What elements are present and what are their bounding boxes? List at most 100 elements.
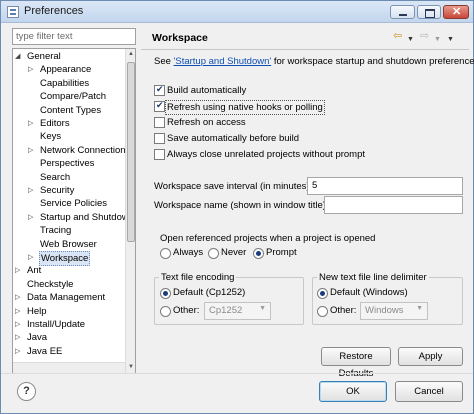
tree-item-label: Network Connection bbox=[40, 144, 126, 156]
tree-item[interactable]: ▷ Editors bbox=[13, 117, 125, 130]
tree-collapsed-arrow-icon[interactable]: ▷ bbox=[28, 144, 37, 157]
tree-item-label: Ant bbox=[27, 265, 42, 277]
tree-item[interactable]: Checkstyle bbox=[13, 278, 125, 291]
filter-input[interactable]: type filter text bbox=[12, 28, 136, 45]
tree-item-label: Compare/Patch bbox=[40, 91, 107, 103]
tree-item-label: Keys bbox=[40, 131, 62, 143]
radio-delimiter-default[interactable] bbox=[317, 288, 328, 299]
checkbox-label: Save automatically before build bbox=[167, 133, 300, 144]
tree-vertical-scrollbar[interactable]: ▲ ▼ bbox=[125, 49, 135, 373]
save-interval-field[interactable]: 5 bbox=[307, 177, 463, 195]
minimize-button[interactable] bbox=[390, 5, 415, 19]
tree-collapsed-arrow-icon[interactable]: ▷ bbox=[15, 264, 24, 277]
tree-item[interactable]: Web Browser bbox=[13, 238, 125, 251]
ok-button[interactable]: OK bbox=[319, 381, 387, 402]
radio-encoding-other[interactable] bbox=[160, 306, 171, 317]
radio-prompt[interactable] bbox=[253, 248, 264, 259]
tree-collapsed-arrow-icon[interactable]: ▷ bbox=[15, 331, 24, 344]
tree-item[interactable]: ◢ General bbox=[13, 50, 125, 63]
chevron-down-icon: ▼ bbox=[416, 305, 423, 312]
tree-item[interactable]: ▷ Data Management bbox=[13, 291, 125, 304]
checkbox-box[interactable] bbox=[154, 149, 165, 160]
tree-expanded-arrow-icon[interactable]: ◢ bbox=[15, 50, 24, 63]
tree-collapsed-arrow-icon[interactable]: ▷ bbox=[15, 305, 24, 318]
scrollbar-thumb[interactable] bbox=[127, 62, 135, 242]
tree-item[interactable]: ▷ Help bbox=[13, 305, 125, 318]
radio-encoding-other-label: Other: bbox=[173, 305, 200, 316]
checkbox-box[interactable] bbox=[154, 133, 165, 144]
encoding-combo[interactable]: Cp1252 ▼ bbox=[204, 302, 271, 320]
tree-item-label: Startup and Shutdown bbox=[40, 211, 135, 223]
tree-collapsed-arrow-icon[interactable]: ▷ bbox=[28, 63, 37, 76]
tree-item-label: Appearance bbox=[40, 64, 92, 76]
tree-collapsed-arrow-icon[interactable]: ▷ bbox=[15, 318, 24, 331]
scroll-down-arrow-icon[interactable]: ▼ bbox=[126, 362, 135, 373]
maximize-button[interactable] bbox=[417, 5, 441, 19]
checkbox-box[interactable] bbox=[154, 84, 165, 96]
chevron-down-icon: ▼ bbox=[259, 305, 266, 312]
tree-item[interactable]: Compare/Patch bbox=[13, 90, 125, 103]
startup-shutdown-link[interactable]: 'Startup and Shutdown' bbox=[174, 56, 272, 67]
radio-delimiter-other[interactable] bbox=[317, 306, 328, 317]
tree-collapsed-arrow-icon[interactable]: ▷ bbox=[28, 184, 37, 197]
tree-collapsed-arrow-icon[interactable]: ▷ bbox=[15, 291, 24, 304]
radio-encoding-default[interactable] bbox=[160, 288, 171, 299]
tree-horizontal-scrollbar[interactable] bbox=[13, 362, 125, 373]
checkbox-label: Build automatically bbox=[167, 85, 247, 96]
tree-item[interactable]: Capabilities bbox=[13, 77, 125, 90]
tree-collapsed-arrow-icon[interactable]: ▷ bbox=[15, 345, 24, 358]
back-history-dropdown-icon[interactable]: ▼ bbox=[407, 34, 414, 45]
tree-item[interactable]: Search bbox=[13, 171, 125, 184]
tree-item[interactable]: ▷ Java bbox=[13, 331, 125, 344]
radio-prompt-label: Prompt bbox=[266, 247, 297, 258]
tree-item[interactable]: ▷ Java EE bbox=[13, 345, 125, 358]
tree-collapsed-arrow-icon[interactable]: ▷ bbox=[28, 251, 37, 264]
tree-item-label: Editors bbox=[40, 118, 70, 129]
view-menu-icon[interactable]: ▼ bbox=[447, 34, 454, 45]
tree-item-label: Perspectives bbox=[40, 158, 95, 170]
radio-delimiter-default-label: Default (Windows) bbox=[330, 287, 408, 298]
tree-item[interactable]: Service Policies bbox=[13, 197, 125, 210]
window-title: Preferences bbox=[24, 5, 84, 17]
tree-item[interactable]: ▷ Install/Update bbox=[13, 318, 125, 331]
footer-divider bbox=[1, 373, 473, 374]
tree-item-label: Help bbox=[27, 305, 47, 317]
tree-item-label: Security bbox=[40, 185, 75, 196]
tree-item[interactable]: ▷ Network Connection bbox=[13, 144, 126, 157]
tree-item-label: Java bbox=[27, 332, 48, 344]
preferences-window: Preferences type filter text ◢General▷Ap… bbox=[0, 0, 474, 414]
tree-item[interactable]: Content Types bbox=[13, 104, 125, 117]
tree-item-label: Capabilities bbox=[40, 77, 90, 89]
workspace-name-field[interactable] bbox=[324, 196, 463, 214]
scroll-up-arrow-icon[interactable]: ▲ bbox=[126, 49, 135, 60]
tree-collapsed-arrow-icon[interactable]: ▷ bbox=[28, 117, 37, 130]
encoding-title: Text file encoding bbox=[159, 272, 237, 283]
forward-arrow-icon[interactable]: ⇨ bbox=[420, 31, 429, 42]
tree-item-label: Search bbox=[40, 171, 71, 183]
back-arrow-icon[interactable]: ⇦ bbox=[393, 31, 402, 42]
tree-item[interactable]: Tracing bbox=[13, 224, 125, 237]
apply-button[interactable]: Apply bbox=[398, 347, 463, 366]
tree-item[interactable]: Keys bbox=[13, 130, 125, 143]
tree-item[interactable]: ▷ Ant bbox=[13, 264, 125, 277]
radio-always[interactable] bbox=[160, 248, 171, 259]
preferences-app-icon bbox=[7, 6, 19, 18]
tree-item[interactable]: Perspectives bbox=[13, 157, 125, 170]
tree-item[interactable]: ▷ Startup and Shutdown bbox=[13, 211, 134, 224]
checkbox-box[interactable] bbox=[154, 100, 165, 112]
title-bar[interactable]: Preferences bbox=[1, 1, 473, 23]
tree-item[interactable]: ▷ Workspace bbox=[13, 251, 125, 266]
tree-item[interactable]: ▷ Security bbox=[13, 184, 125, 197]
tree-item-label: Content Types bbox=[40, 104, 102, 116]
radio-never[interactable] bbox=[208, 248, 219, 259]
tree-collapsed-arrow-icon[interactable]: ▷ bbox=[28, 211, 37, 224]
tree-item[interactable]: ▷ Appearance bbox=[13, 63, 125, 76]
checkbox-box[interactable] bbox=[154, 117, 165, 128]
line-delimiter-combo[interactable]: Windows ▼ bbox=[360, 302, 428, 320]
help-icon[interactable]: ? bbox=[17, 382, 36, 401]
forward-history-dropdown-icon[interactable]: ▼ bbox=[434, 34, 441, 45]
radio-encoding-default-label: Default (Cp1252) bbox=[173, 287, 246, 298]
restore-defaults-button[interactable]: Restore Defaults bbox=[321, 347, 391, 379]
cancel-button[interactable]: Cancel bbox=[395, 381, 463, 402]
close-window-button[interactable] bbox=[443, 5, 469, 19]
